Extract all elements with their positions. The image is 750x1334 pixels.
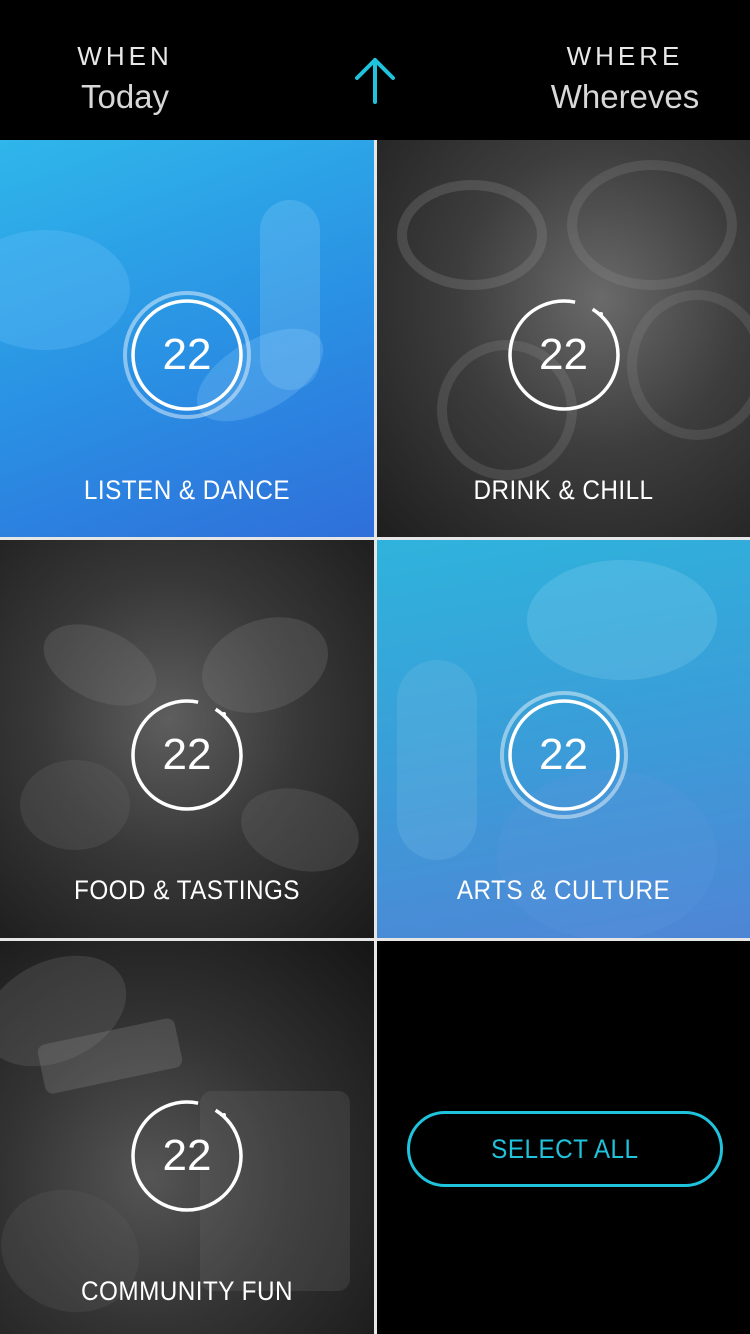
count-ring: 22 bbox=[499, 690, 629, 820]
category-grid: 22 LISTEN & DANCE 22 DRINK & CHILL 22 FO… bbox=[0, 140, 750, 1334]
event-count: 22 bbox=[539, 730, 588, 779]
when-filter[interactable]: WHEN Today bbox=[0, 38, 250, 120]
count-ring: 22 bbox=[499, 290, 629, 420]
category-label: LISTEN & DANCE bbox=[83, 475, 291, 505]
top-filter-bar: WHEN Today WHERE Whereves bbox=[0, 0, 750, 140]
count-ring: 22 bbox=[122, 690, 252, 820]
category-label: FOOD & TASTINGS bbox=[74, 875, 300, 905]
where-value: Whereves bbox=[550, 78, 700, 115]
category-tile-listen-dance[interactable]: 22 LISTEN & DANCE bbox=[0, 140, 374, 537]
when-value: Today bbox=[80, 78, 170, 115]
when-label: WHEN bbox=[77, 41, 173, 71]
category-tile-arts-culture[interactable]: 22 ARTS & CULTURE bbox=[377, 540, 750, 938]
category-label: DRINK & CHILL bbox=[473, 475, 654, 505]
category-label: ARTS & CULTURE bbox=[456, 875, 671, 905]
where-label: WHERE bbox=[566, 41, 684, 71]
event-count: 22 bbox=[539, 330, 588, 379]
category-label: COMMUNITY FUN bbox=[81, 1276, 293, 1306]
where-filter[interactable]: WHERE Whereves bbox=[500, 38, 750, 120]
event-count: 22 bbox=[162, 730, 212, 779]
category-tile-community-fun[interactable]: 22 COMMUNITY FUN bbox=[0, 941, 374, 1334]
count-ring: 22 bbox=[122, 290, 252, 420]
category-tile-drink-chill[interactable]: 22 DRINK & CHILL bbox=[377, 140, 750, 537]
count-ring: 22 bbox=[122, 1091, 252, 1221]
event-count: 22 bbox=[162, 1131, 212, 1180]
category-tile-food-tastings[interactable]: 22 FOOD & TASTINGS bbox=[0, 540, 374, 938]
event-count: 22 bbox=[162, 330, 212, 379]
select-all-tile: SELECT ALL bbox=[377, 941, 750, 1334]
arrow-up-icon[interactable] bbox=[345, 50, 405, 110]
select-all-label: SELECT ALL bbox=[491, 1134, 639, 1164]
select-all-button[interactable]: SELECT ALL bbox=[407, 1111, 723, 1187]
